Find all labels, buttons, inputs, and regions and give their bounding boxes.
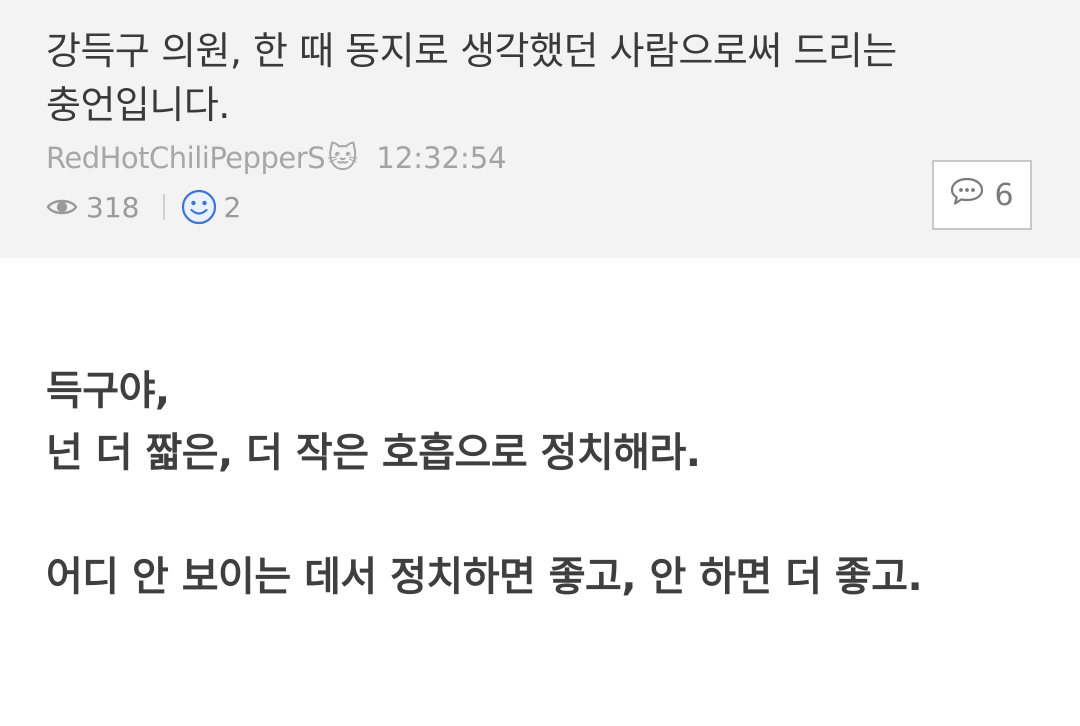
author-name[interactable]: RedHotChiliPepperS	[46, 141, 326, 175]
body-line: 어디 안 보이는 데서 정치하면 좋고, 안 하면 더 좋고.	[46, 554, 923, 600]
eye-icon	[46, 196, 78, 218]
view-count: 318	[86, 190, 140, 224]
body-line: 득구야,	[46, 368, 170, 414]
body-line: 넌 더 짧은, 더 작은 호흡으로 정치해라.	[46, 430, 701, 476]
smiley-icon	[181, 189, 217, 225]
post-header: 강득구 의원, 한 때 동지로 생각했던 사람으로써 드리는 충언입니다. Re…	[0, 0, 1080, 258]
comment-count: 6	[994, 177, 1014, 213]
speech-bubble-icon	[950, 176, 984, 214]
post-body: 득구야, 넌 더 짧은, 더 작은 호흡으로 정치해라. 어디 안 보이는 데서…	[46, 360, 1036, 608]
post-stats: 318 2	[46, 188, 241, 226]
stat-divider	[163, 194, 166, 220]
comment-button[interactable]: 6	[932, 160, 1032, 230]
post-time: 12:32:54	[376, 141, 507, 175]
cat-face-icon: 🐱	[327, 140, 359, 176]
post-meta: RedHotChiliPepperS 🐱 12:32:54	[46, 138, 507, 178]
like-count: 2	[223, 190, 242, 224]
post-title: 강득구 의원, 한 때 동지로 생각했던 사람으로써 드리는 충언입니다.	[46, 29, 897, 127]
